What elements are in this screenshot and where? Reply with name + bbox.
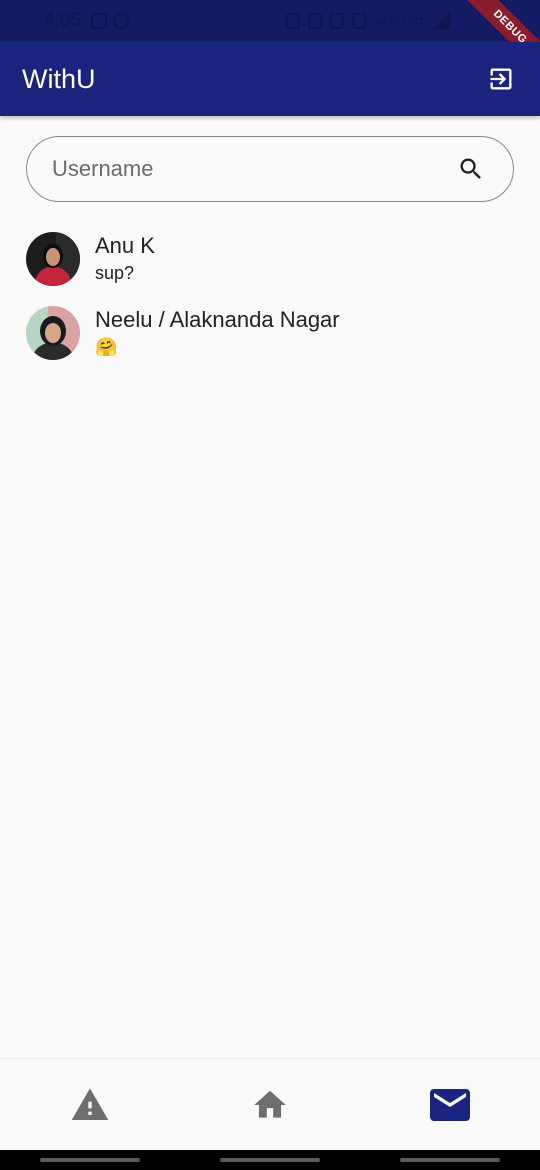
- system-navigation-bar: [0, 1150, 540, 1170]
- network-type-text: VoLTE LTE1: [374, 15, 424, 26]
- system-nav-recents[interactable]: [40, 1158, 140, 1162]
- nav-alerts-button[interactable]: [60, 1075, 120, 1135]
- chat-text: Anu K sup?: [95, 233, 155, 285]
- gallery-icon: [90, 13, 107, 29]
- battery-saver-icon: [286, 13, 301, 29]
- avatar: [26, 306, 80, 360]
- status-time: 4:05: [44, 10, 81, 31]
- home-icon: [254, 1090, 286, 1118]
- logout-button[interactable]: [484, 62, 518, 96]
- system-nav-back[interactable]: [400, 1158, 500, 1162]
- bluetooth-icon: [330, 13, 345, 29]
- chat-name: Anu K: [95, 233, 155, 258]
- whatsapp-icon: [112, 13, 129, 29]
- avatar-photo: [26, 306, 80, 360]
- nav-messages-button[interactable]: [420, 1075, 480, 1135]
- search-field[interactable]: [26, 136, 514, 202]
- search-icon: [460, 158, 481, 179]
- chat-list: Anu K sup? Neelu / Alaknanda Nagar 🤗: [0, 222, 540, 370]
- mail-icon: [430, 1088, 470, 1121]
- signal-icon: [432, 12, 450, 30]
- chat-item-neelu[interactable]: Neelu / Alaknanda Nagar 🤗: [0, 296, 540, 370]
- avatar-photo: [26, 232, 80, 286]
- hotspot-icon: [352, 13, 367, 29]
- status-bar: 4:05 VoLTE LTE1: [0, 0, 540, 42]
- chat-item-anu-k[interactable]: Anu K sup?: [0, 222, 540, 296]
- search-input[interactable]: [52, 156, 457, 182]
- system-nav-home[interactable]: [220, 1158, 320, 1162]
- alarm-icon: [308, 13, 323, 29]
- bottom-navigation: [0, 1058, 540, 1150]
- chat-last-message: 🤗: [95, 337, 118, 357]
- nav-home-button[interactable]: [240, 1075, 300, 1135]
- warning-icon: [71, 1087, 109, 1120]
- status-notification-icons: [90, 13, 129, 29]
- logout-icon: [490, 68, 512, 90]
- app-title: WithU: [22, 63, 96, 94]
- chat-last-message: sup?: [95, 263, 135, 283]
- app-bar: WithU: [0, 42, 540, 116]
- avatar: [26, 232, 80, 286]
- status-system-icons: VoLTE LTE1: [286, 12, 450, 30]
- chat-name: Neelu / Alaknanda Nagar: [95, 307, 340, 332]
- chat-text: Neelu / Alaknanda Nagar 🤗: [95, 307, 340, 359]
- search-button[interactable]: [457, 155, 485, 183]
